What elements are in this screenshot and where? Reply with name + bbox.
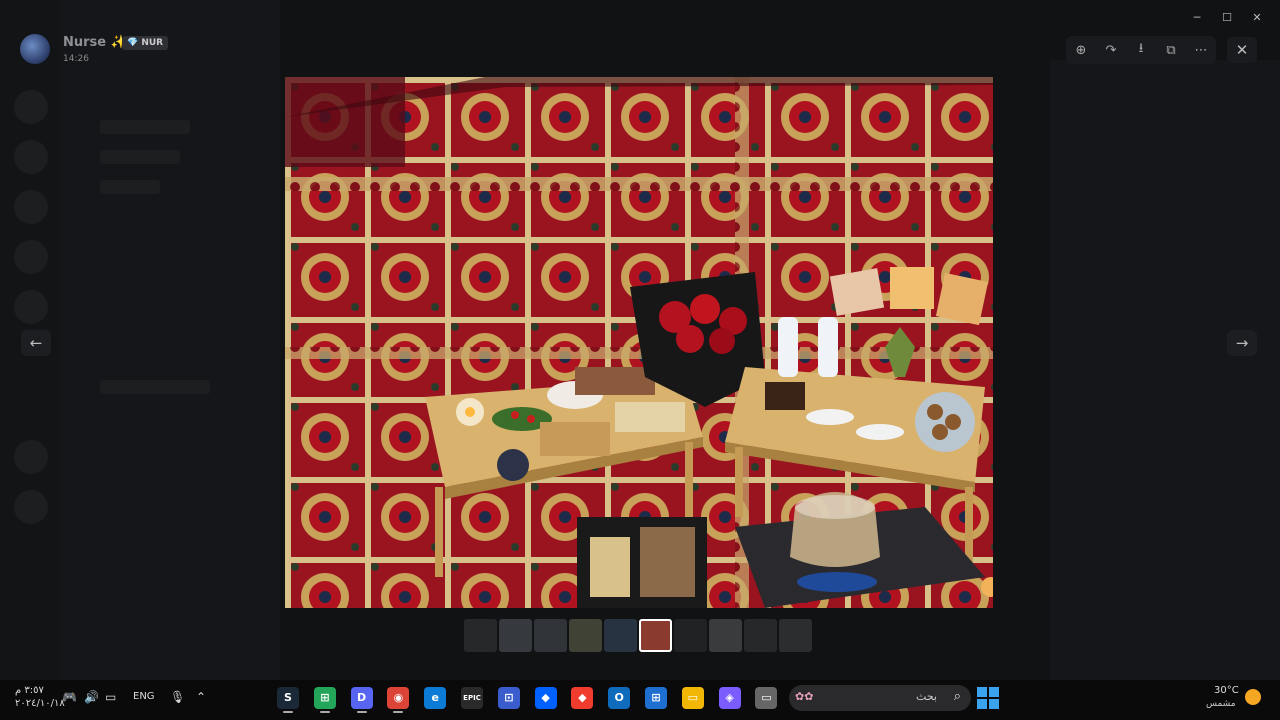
- previous-image-button[interactable]: ←: [21, 330, 51, 356]
- search-icon: ⌕: [953, 689, 961, 704]
- running-indicator: [356, 711, 367, 713]
- window-controls: ─ ☐ ✕: [1182, 8, 1272, 26]
- channel-row: [100, 120, 190, 134]
- taskbar-search[interactable]: ✿✿ بحث ⌕: [789, 685, 971, 711]
- thumbnail[interactable]: [569, 619, 602, 652]
- more-options-icon[interactable]: ⋯: [1188, 43, 1214, 58]
- taskbar-git-icon[interactable]: ◆: [571, 687, 594, 709]
- close-viewer-button[interactable]: ✕: [1227, 37, 1257, 63]
- download-icon[interactable]: ⭳: [1128, 39, 1154, 61]
- next-image-button[interactable]: →: [1227, 330, 1257, 356]
- member-list: [1050, 60, 1280, 680]
- message-timestamp: 14:26: [63, 54, 89, 64]
- system-clock[interactable]: ٣:٥٧ م ٢٠٢٤/١٠/١٨: [15, 684, 65, 710]
- start-button[interactable]: [977, 687, 999, 709]
- open-external-icon[interactable]: ⧉: [1158, 43, 1184, 58]
- thumbnail[interactable]: [639, 619, 672, 652]
- taskbar-app-white-icon[interactable]: ▭: [755, 687, 778, 709]
- taskbar-epic-icon[interactable]: EPIC: [461, 687, 483, 709]
- image-viewer-window: ─ ☐ ✕ Nurse ✨ 💎 NUR 14:26 ⊕ ↷ ⭳ ⧉ ⋯ ✕ ← …: [0, 0, 1280, 680]
- thumbnail[interactable]: [744, 619, 777, 652]
- taskbar-app-green-icon[interactable]: ⊞: [313, 687, 336, 709]
- photo-carpet-picnic: [285, 77, 993, 608]
- clock-time: ٣:٥٧ م: [15, 685, 44, 696]
- volume-icon[interactable]: 🔊: [84, 690, 99, 704]
- taskbar-discord-icon[interactable]: D: [350, 687, 373, 709]
- taskbar-edge-icon[interactable]: e: [424, 687, 447, 709]
- weather-temperature[interactable]: 30°C: [1214, 685, 1239, 696]
- thumbnail[interactable]: [499, 619, 532, 652]
- taskbar-dropbox-icon[interactable]: ◆: [534, 687, 557, 709]
- search-input[interactable]: بحث: [916, 690, 937, 703]
- taskbar-chrome-icon[interactable]: ◉: [387, 687, 410, 709]
- microphone-icon[interactable]: 🎙: [170, 690, 185, 704]
- thumbnail[interactable]: [779, 619, 812, 652]
- server-icon: [14, 240, 48, 274]
- network-icon[interactable]: ▭: [105, 690, 116, 704]
- forward-icon[interactable]: ↷: [1098, 43, 1124, 58]
- search-highlight-icon: ✿✿: [795, 690, 814, 703]
- taskbar-app-blue-icon[interactable]: ⊡: [497, 687, 520, 709]
- thumbnail[interactable]: [709, 619, 742, 652]
- channel-row: [100, 380, 210, 394]
- weather-description[interactable]: مشمس: [1206, 699, 1236, 709]
- windows-taskbar: [0, 680, 1280, 720]
- thumbnail[interactable]: [604, 619, 637, 652]
- server-icon: [14, 140, 48, 174]
- taskbar-store-icon[interactable]: ⊞: [645, 687, 667, 709]
- running-indicator: [319, 711, 330, 713]
- taskbar-explorer-icon[interactable]: ▭: [681, 687, 704, 709]
- chevron-up-icon[interactable]: ⌃: [196, 690, 206, 704]
- minimize-button[interactable]: ─: [1182, 8, 1212, 26]
- server-tag-badge: 💎 NUR: [122, 36, 169, 50]
- channel-list: [60, 0, 280, 680]
- taskbar-copilot-icon[interactable]: ◈: [718, 687, 741, 709]
- maximize-button[interactable]: ☐: [1212, 8, 1242, 26]
- server-icon: [14, 490, 48, 524]
- taskbar-outlook-icon[interactable]: O: [608, 687, 631, 709]
- server-icon: [14, 290, 48, 324]
- channel-row: [100, 180, 160, 194]
- running-indicator: [393, 711, 404, 713]
- zoom-icon[interactable]: ⊕: [1068, 43, 1094, 58]
- controller-icon[interactable]: 🎮: [62, 690, 77, 704]
- server-icon: [14, 190, 48, 224]
- sun-icon[interactable]: [1245, 689, 1261, 705]
- viewed-photo: [285, 77, 993, 608]
- server-icon: [14, 90, 48, 124]
- thumbnail[interactable]: [534, 619, 567, 652]
- viewer-toolbar: ⊕ ↷ ⭳ ⧉ ⋯: [1066, 36, 1216, 64]
- clock-date: ٢٠٢٤/١٠/١٨: [15, 698, 65, 709]
- thumbnail[interactable]: [674, 619, 707, 652]
- thumbnail[interactable]: [464, 619, 497, 652]
- author-name[interactable]: Nurse ✨: [63, 35, 127, 50]
- thumbnail-strip: [464, 619, 812, 652]
- window-close-button[interactable]: ✕: [1242, 8, 1272, 26]
- language-indicator[interactable]: ENG: [133, 691, 155, 702]
- windows-logo-icon: [977, 687, 987, 697]
- channel-row: [100, 150, 180, 164]
- avatar[interactable]: [20, 34, 50, 64]
- server-icon: [14, 440, 48, 474]
- taskbar-steam-icon[interactable]: S: [277, 687, 299, 709]
- running-indicator: [283, 711, 293, 713]
